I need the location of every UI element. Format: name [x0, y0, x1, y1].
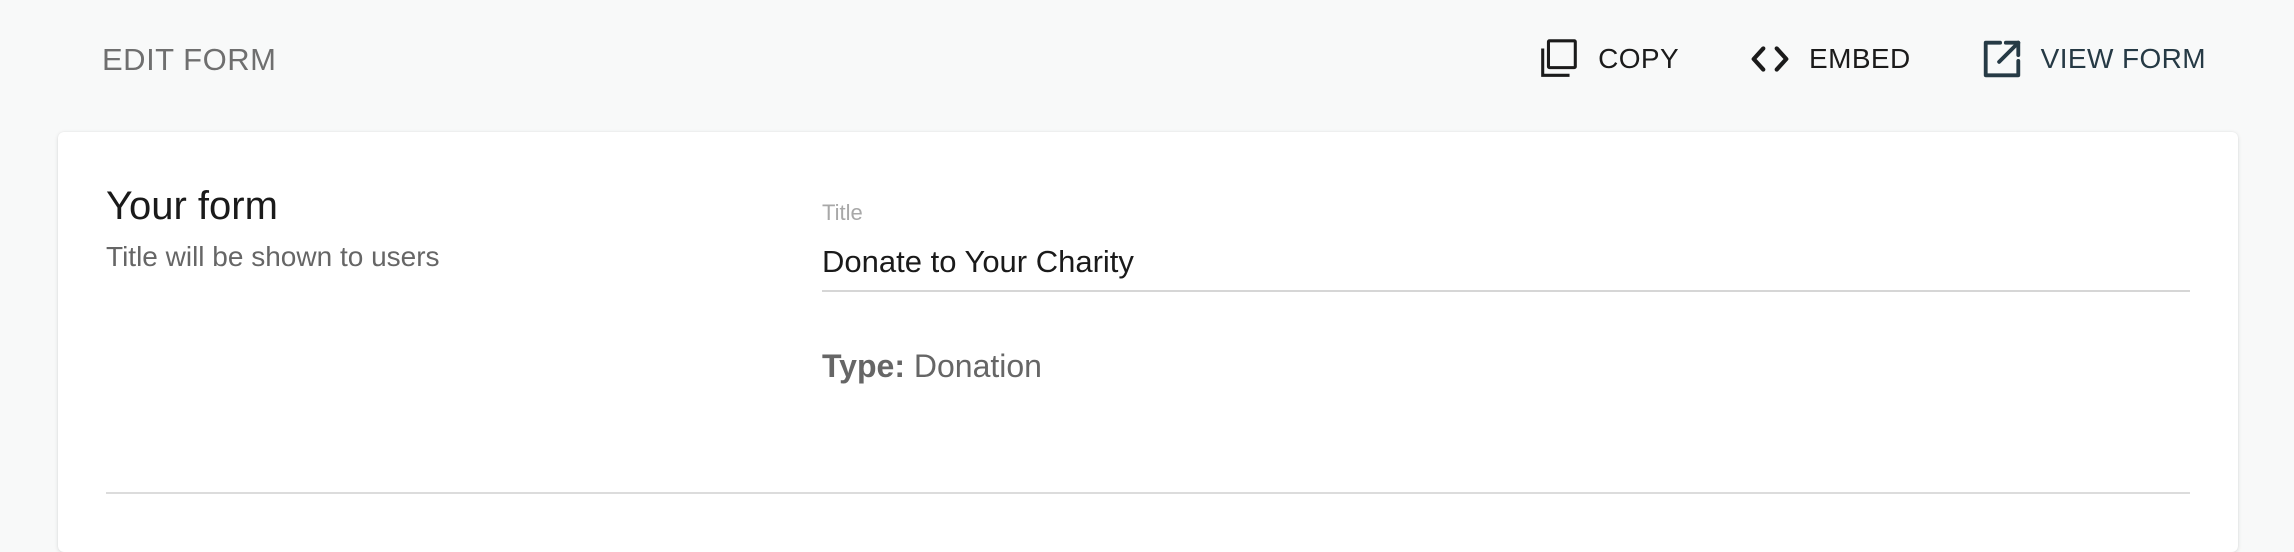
title-field: Title: [822, 200, 2190, 292]
divider: [106, 492, 2190, 494]
section-subtitle: Title will be shown to users: [106, 241, 440, 272]
code-icon: [1747, 36, 1793, 82]
top-bar: EDIT FORM COPY EMBED VIEW FORM: [0, 0, 2294, 130]
form-type: Type: Donation: [822, 346, 1042, 386]
view-form-button[interactable]: VIEW FORM: [1979, 36, 2206, 82]
embed-button-label: EMBED: [1809, 43, 1911, 74]
view-form-button-label: VIEW FORM: [2040, 43, 2206, 74]
header-actions: COPY EMBED VIEW FORM: [1536, 36, 2206, 82]
embed-button[interactable]: EMBED: [1747, 36, 1911, 82]
form-settings-card: Your form Title will be shown to users T…: [58, 132, 2238, 552]
form-type-key: Type:: [822, 348, 905, 384]
copy-button-label: COPY: [1598, 43, 1680, 74]
title-input[interactable]: [822, 244, 2190, 292]
page-title: EDIT FORM: [102, 42, 277, 77]
title-field-label: Title: [822, 200, 863, 225]
open-in-new-icon: [1979, 36, 2025, 82]
copy-icon: [1536, 36, 1582, 82]
form-type-value: Donation: [913, 348, 1042, 384]
copy-button[interactable]: COPY: [1536, 36, 1679, 82]
section-title: Your form: [106, 184, 278, 228]
